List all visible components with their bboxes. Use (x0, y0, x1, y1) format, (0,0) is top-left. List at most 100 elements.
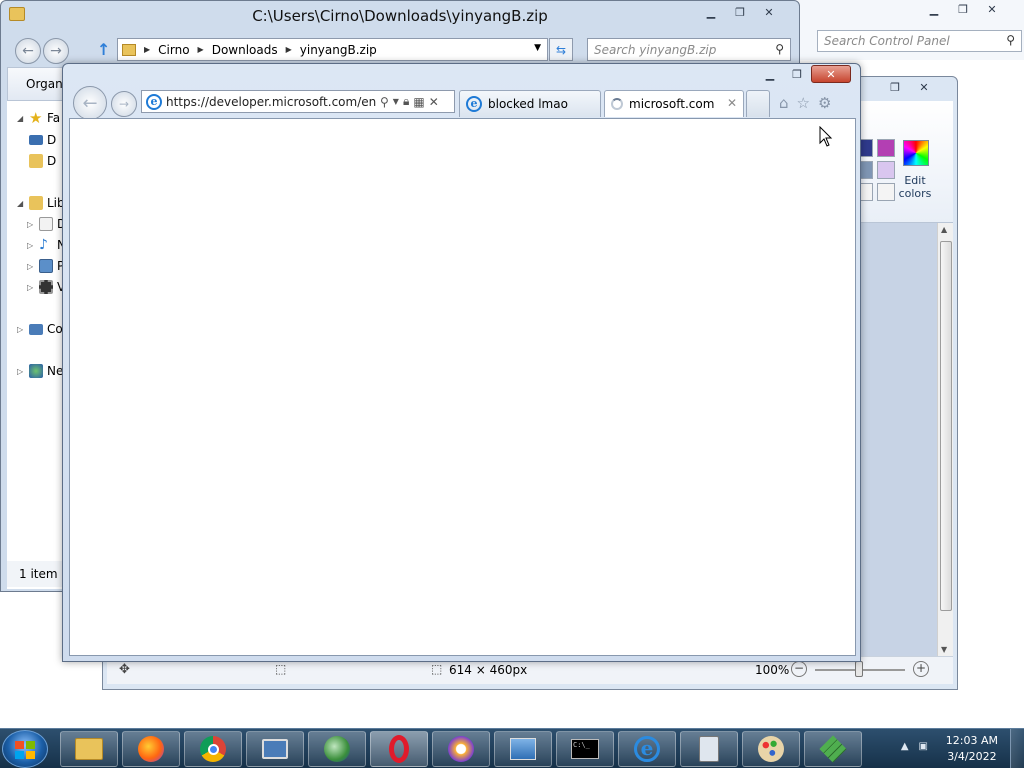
tree-item-desktop[interactable]: D (29, 133, 56, 147)
breadcrumb-separator-icon[interactable]: ▶ (286, 45, 292, 54)
new-tab-button[interactable] (746, 90, 770, 117)
forward-button[interactable]: → (43, 38, 69, 64)
vertical-scrollbar[interactable]: ▲ ▼ (937, 223, 953, 656)
edit-colors-button[interactable]: Edit colors (895, 174, 935, 200)
refresh-button[interactable]: ⇆ (549, 38, 573, 61)
taskbar-firefox[interactable] (122, 731, 180, 767)
favorites-star-icon[interactable]: ☆ (797, 94, 810, 112)
breadcrumb-separator-icon[interactable]: ▶ (198, 45, 204, 54)
taskbar-windows-explorer[interactable] (60, 731, 118, 767)
search-icon[interactable]: ⚲ (1006, 33, 1015, 47)
taskbar-chrome[interactable] (184, 731, 242, 767)
show-hidden-icons-icon[interactable]: ▲ (901, 741, 909, 752)
web-page-content[interactable] (69, 118, 856, 656)
maximize-icon[interactable]: ❐ (726, 3, 754, 21)
close-tab-icon[interactable]: ✕ (727, 96, 737, 110)
tree-item-documents[interactable]: ▷ D (27, 217, 66, 231)
close-icon[interactable]: ✕ (755, 3, 783, 21)
organize-button[interactable]: Organi (26, 77, 66, 91)
taskbar-control-panel[interactable] (494, 731, 552, 767)
tree-item-network[interactable]: ▷ Ne (17, 364, 63, 378)
collapse-arrow-icon[interactable]: ◢ (17, 114, 25, 123)
control-panel-icon (510, 738, 536, 760)
close-icon[interactable]: ✕ (910, 78, 938, 96)
taskbar-paint[interactable] (742, 731, 800, 767)
taskbar-calculator[interactable] (680, 731, 738, 767)
minimize-icon[interactable]: ▁ (920, 0, 948, 18)
expand-arrow-icon[interactable]: ▷ (27, 283, 35, 292)
tree-item-music[interactable]: ▷ ♪ N (27, 238, 66, 252)
chevron-down-icon[interactable]: ▼ (393, 97, 399, 106)
zoom-in-icon[interactable]: + (913, 661, 929, 677)
show-desktop-button[interactable] (1010, 729, 1024, 768)
collapse-arrow-icon[interactable]: ◢ (17, 199, 25, 208)
globe-icon (324, 736, 350, 762)
scroll-up-arrow-icon[interactable]: ▲ (941, 225, 947, 234)
taskbar-network-globe[interactable] (308, 731, 366, 767)
expand-arrow-icon[interactable]: ▷ (17, 325, 25, 334)
taskbar-rubiks-cube[interactable] (804, 731, 862, 767)
gear-icon[interactable]: ⚙ (818, 94, 831, 112)
breadcrumb-item[interactable]: Cirno (158, 43, 189, 57)
tree-item-libraries[interactable]: ◢ Lib (17, 196, 65, 210)
breadcrumb-item[interactable]: Downloads (212, 43, 278, 57)
maximize-icon[interactable]: ❐ (784, 65, 810, 83)
close-icon[interactable]: ✕ (811, 65, 851, 83)
up-arrow-icon[interactable]: ↑ (97, 40, 110, 59)
tree-item-videos[interactable]: ▷ V (27, 280, 65, 294)
tab-blocked[interactable]: e blocked lmao (459, 90, 601, 117)
maximize-icon[interactable]: ❐ (881, 78, 909, 96)
close-icon[interactable]: ✕ (978, 0, 1006, 18)
edit-colors-icon[interactable] (903, 140, 929, 166)
back-button[interactable]: ← (15, 38, 41, 64)
clock-time: 12:03 AM (945, 734, 998, 747)
control-panel-search-input[interactable]: Search Control Panel ⚲ (817, 30, 1022, 52)
chevron-down-icon[interactable]: ▼ (534, 43, 541, 53)
clock[interactable]: 12:03 AM 3/4/2022 (946, 733, 998, 765)
zoom-out-icon[interactable]: − (791, 661, 807, 677)
color-swatch[interactable] (877, 183, 895, 201)
scrollbar-thumb[interactable] (940, 241, 952, 611)
tree-item-computer[interactable]: ▷ Co (17, 322, 63, 336)
color-swatch[interactable] (877, 161, 895, 179)
expand-arrow-icon[interactable]: ▷ (17, 367, 25, 376)
minimize-icon[interactable]: ▁ (757, 65, 783, 83)
taskbar-brave[interactable] (432, 731, 490, 767)
expand-arrow-icon[interactable]: ▷ (27, 262, 35, 271)
taskbar-internet-explorer[interactable]: e (618, 731, 676, 767)
scroll-down-arrow-icon[interactable]: ▼ (941, 645, 947, 654)
stop-icon[interactable]: ✕ (429, 95, 439, 109)
taskbar-remote-desktop[interactable] (246, 731, 304, 767)
taskbar-command-prompt[interactable]: C:\_ (556, 731, 614, 767)
home-icon[interactable]: ⌂ (779, 94, 789, 112)
minimize-icon[interactable]: ▁ (697, 3, 725, 21)
color-swatch[interactable] (877, 139, 895, 157)
ie-caption-buttons: ▁ ❐ ✕ (757, 65, 851, 83)
expand-arrow-icon[interactable]: ▷ (27, 241, 35, 250)
compatibility-icon[interactable]: ▦ (413, 95, 424, 109)
explorer-search-input[interactable]: Search yinyangB.zip ⚲ (587, 38, 791, 61)
back-button[interactable]: ← (73, 86, 107, 120)
address-bar[interactable]: ▶ Cirno ▶ Downloads ▶ yinyangB.zip ▼ (117, 38, 548, 61)
search-icon[interactable]: ⚲ (775, 42, 784, 56)
start-button[interactable] (2, 730, 48, 768)
tree-item-favorites[interactable]: ◢ ★ Fa (17, 111, 60, 126)
lock-icon[interactable]: 🔒︎ (403, 94, 409, 109)
taskbar-opera[interactable] (370, 731, 428, 767)
breadcrumb-item[interactable]: yinyangB.zip (300, 43, 377, 57)
tree-item-downloads[interactable]: D (29, 154, 56, 168)
zoom-slider-thumb[interactable] (855, 661, 863, 677)
tab-microsoft[interactable]: microsoft.com ✕ (604, 90, 744, 117)
forward-button[interactable]: → (111, 91, 137, 117)
network-status-icon[interactable]: ▣ (919, 741, 928, 752)
selection-size-icon: ⬚ (275, 662, 287, 676)
breadcrumb-separator-icon[interactable]: ▶ (144, 45, 150, 54)
control-panel-search-placeholder: Search Control Panel (824, 34, 950, 48)
expand-arrow-icon[interactable]: ▷ (27, 220, 35, 229)
maximize-icon[interactable]: ❐ (949, 0, 977, 18)
address-bar[interactable]: e https://developer.microsoft.com/en-u ⚲… (141, 90, 455, 113)
url-text[interactable]: https://developer.microsoft.com/en-u (166, 95, 376, 109)
status-bar: 1 item (7, 561, 67, 587)
search-icon[interactable]: ⚲ (380, 95, 389, 109)
folder-icon (75, 738, 103, 760)
